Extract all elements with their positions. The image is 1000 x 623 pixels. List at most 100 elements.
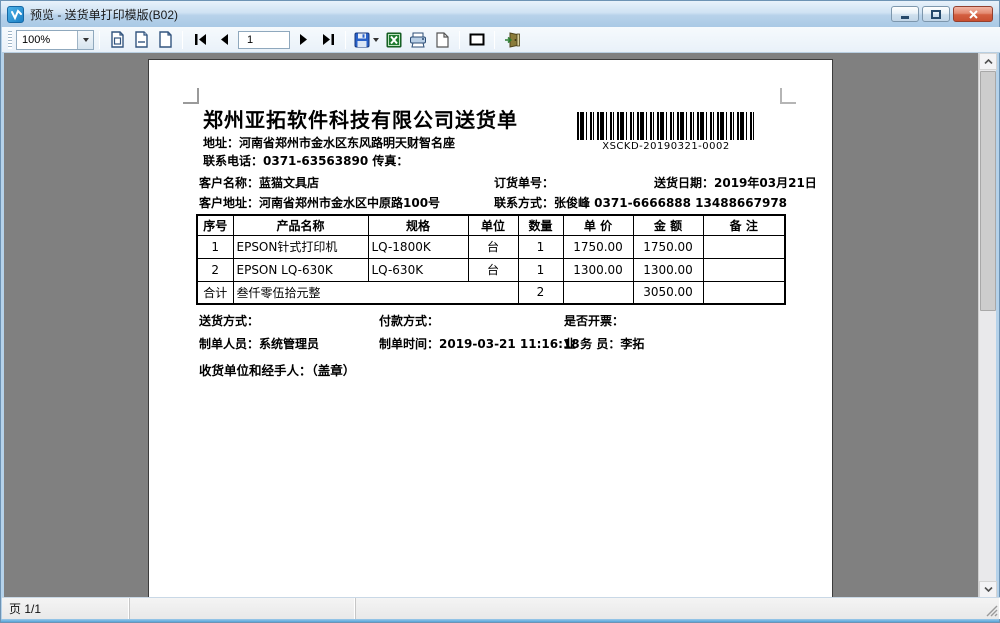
print-button[interactable] [406,29,430,51]
next-page-button[interactable] [292,29,316,51]
save-options-chevron-icon[interactable] [373,38,379,42]
table-header-row: 序号 产品名称 规格 单位 数量 单 价 金 额 备 注 [197,215,785,235]
save-button[interactable] [351,29,382,51]
table-row: 1 EPSON针式打印机 LQ-1800K 台 1 1750.00 1750.0… [197,235,785,258]
page-icon [157,31,174,48]
app-logo-icon [7,6,24,23]
frame-icon [469,33,485,46]
order-number: 订货单号： [494,174,554,191]
previous-page-button[interactable] [212,29,236,51]
company-address: 地址：河南省郑州市金水区东风路明天财智名座 [203,134,455,151]
cell-product: EPSON LQ-630K [233,258,368,281]
cell-unit: 台 [468,235,518,258]
separator [459,31,460,49]
toolbar: 100% [2,27,1000,53]
items-table: 序号 产品名称 规格 单位 数量 单 价 金 额 备 注 1 [196,214,786,305]
chevron-down-icon [984,587,993,592]
chevron-up-icon [984,59,993,64]
separator [182,31,183,49]
preview-area[interactable]: 郑州亚拓软件科技有限公司送货单 地址：河南省郑州市金水区东风路明天财智名座 联系… [4,53,979,598]
window-title: 预览 - 送货单打印模版(B02) [30,6,178,23]
export-excel-button[interactable] [382,29,406,51]
page-setup-button[interactable] [430,29,454,51]
page-indicator: 页 1/1 [9,600,41,617]
preview-window: 预览 - 送货单打印模版(B02) 100% [0,0,1000,623]
status-panel [130,598,356,619]
next-page-icon [299,34,309,45]
cell-price: 1750.00 [563,235,633,258]
vertical-scrollbar[interactable] [978,53,996,598]
delivery-date: 送货日期：2019年03月21日 [654,174,817,191]
separator [345,31,346,49]
blank-page-icon [435,32,450,48]
col-header: 数量 [518,215,563,235]
whole-page-view-button[interactable] [105,29,129,51]
status-bar: 页 1/1 [2,597,1000,619]
scroll-down-button[interactable] [979,581,997,598]
total-qty: 2 [518,281,563,304]
cell-amount: 1750.00 [633,235,703,258]
page-width-view-button[interactable] [129,29,153,51]
separator [99,31,100,49]
cell-note [703,258,785,281]
toolbar-grip[interactable] [8,31,12,49]
status-page-panel: 页 1/1 [2,598,130,619]
first-page-icon [194,34,207,45]
salesman: 业 务 员：李拓 [564,335,644,352]
document-title: 郑州亚拓软件科技有限公司送货单 [203,104,518,133]
minimize-button[interactable] [891,6,919,22]
cell-price: 1300.00 [563,258,633,281]
col-header: 序号 [197,215,233,235]
company-phone: 联系电话：0371-63563890 传真： [203,152,408,169]
cell-qty: 1 [518,235,563,258]
total-amount: 3050.00 [633,281,703,304]
total-label: 合计 [197,281,233,304]
total-note [703,281,785,304]
exit-button[interactable] [500,29,524,51]
close-button[interactable] [953,6,993,22]
cell-unit: 台 [468,258,518,281]
whole-page-icon [109,31,126,48]
scrollbar-thumb[interactable] [980,71,996,311]
scroll-up-button[interactable] [979,53,997,70]
table-total-row: 合计 叁仟零伍拾元整 2 3050.00 [197,281,785,304]
delivery-method: 送货方式： [199,312,259,329]
zoom-dropdown-button[interactable] [77,31,93,49]
chevron-down-icon [83,38,89,42]
table-row: 2 EPSON LQ-630K LQ-630K 台 1 1300.00 1300… [197,258,785,281]
cell-spec: LQ-1800K [368,235,468,258]
maximize-button[interactable] [922,6,950,22]
previous-page-icon [219,34,229,45]
cell-product: EPSON针式打印机 [233,235,368,258]
crop-mark-left [183,88,199,104]
cell-seq: 1 [197,235,233,258]
printer-icon [409,32,427,48]
col-header: 金 额 [633,215,703,235]
total-unit-price [563,281,633,304]
window-bottom-border [1,619,999,622]
page-width-icon [133,31,150,48]
margins-button[interactable] [465,29,489,51]
last-page-button[interactable] [316,29,340,51]
receiver-signature-line: 收货单位和经手人：（盖章） [199,360,355,379]
cell-amount: 1300.00 [633,258,703,281]
first-page-button[interactable] [188,29,212,51]
cell-spec: LQ-630K [368,258,468,281]
col-header: 产品名称 [233,215,368,235]
resize-grip[interactable] [985,604,998,617]
actual-size-view-button[interactable] [153,29,177,51]
make-time: 制单时间：2019-03-21 11:16:18 [379,335,580,352]
cell-seq: 2 [197,258,233,281]
zoom-select[interactable]: 100% [16,30,94,50]
col-header: 单位 [468,215,518,235]
separator [494,31,495,49]
col-header: 规格 [368,215,468,235]
cell-qty: 1 [518,258,563,281]
excel-icon [386,32,402,48]
customer-address: 客户地址：河南省郑州市金水区中原路100号 [199,194,440,211]
total-amount-words: 叁仟零伍拾元整 [233,281,518,304]
col-header: 备 注 [703,215,785,235]
customer-name: 客户名称：蓝猫文具店 [199,174,319,191]
title-bar: 预览 - 送货单打印模版(B02) [1,1,999,27]
page-number-input[interactable] [238,31,290,49]
